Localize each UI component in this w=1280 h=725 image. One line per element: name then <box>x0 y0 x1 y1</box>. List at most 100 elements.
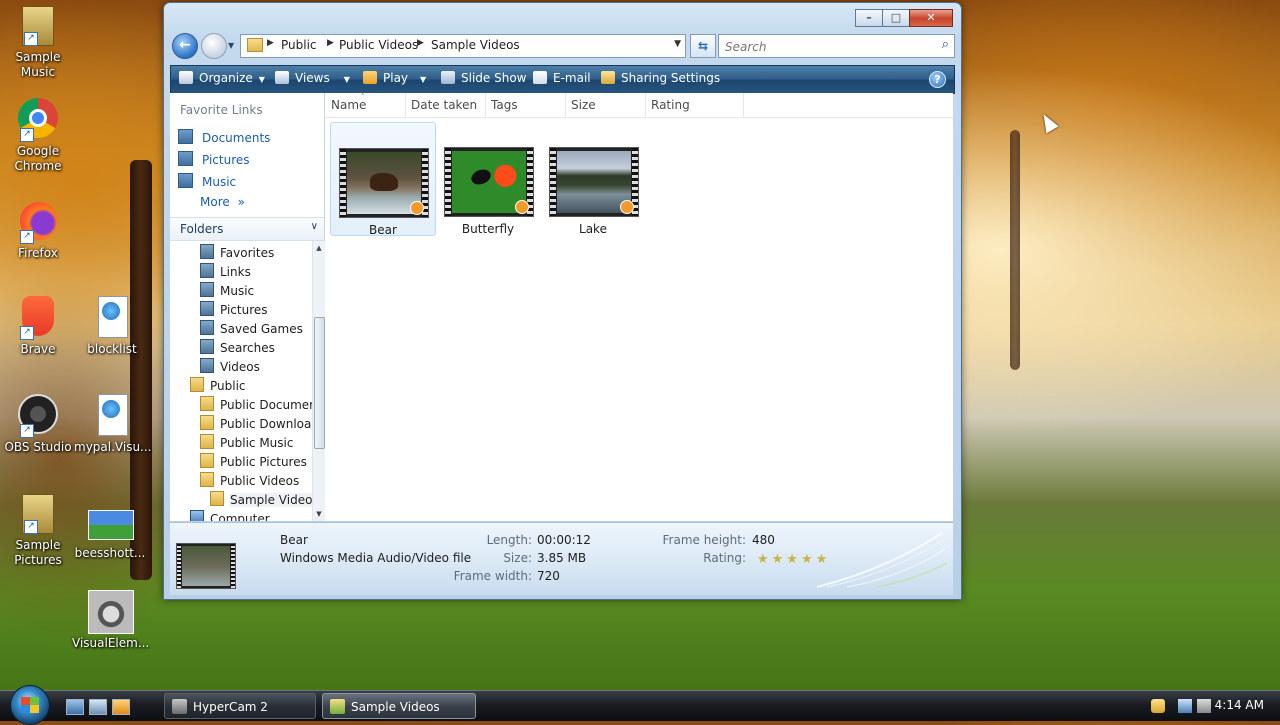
address-dropdown-button[interactable]: ▼ <box>674 39 681 49</box>
brave-lion-icon: ↗ <box>16 296 60 340</box>
back-button[interactable]: ← <box>172 33 198 59</box>
more-link[interactable]: More » <box>200 195 245 209</box>
computer-icon <box>190 510 204 521</box>
column-date-taken[interactable]: Date taken <box>405 93 486 117</box>
help-button[interactable]: ? <box>929 71 946 88</box>
taskbar-clock[interactable]: 4:14 AM <box>1215 698 1264 712</box>
size-value: 3.85 MB <box>537 551 587 565</box>
desktop-icon-brave[interactable]: ↗ Brave <box>0 296 76 357</box>
close-button[interactable]: ✕ <box>909 9 953 27</box>
desktop-icon-sample-pictures[interactable]: ↗ Sample Pictures <box>0 492 76 568</box>
tree-item-pictures[interactable]: Pictures <box>200 301 268 317</box>
breadcrumb-sample-videos[interactable]: Sample Videos <box>431 38 520 52</box>
file-list[interactable]: ˄ Name Date taken Tags Size Rating Bear B… <box>325 93 953 521</box>
sharing-settings-button[interactable]: Sharing Settings <box>601 71 720 85</box>
email-button[interactable]: E-mail <box>533 71 591 85</box>
tree-item-links[interactable]: Links <box>200 263 251 279</box>
desktop-icon-visualelem[interactable]: VisualElem... <box>72 590 149 651</box>
taskbar-button-sample-videos[interactable]: Sample Videos <box>322 693 476 719</box>
tree-item-public-downloads[interactable]: Public Downloa <box>200 415 311 431</box>
file-tile-bear[interactable]: Bear <box>330 122 436 237</box>
organize-icon <box>179 71 193 84</box>
favorite-link-pictures[interactable]: Pictures <box>178 151 250 167</box>
show-desktop-icon[interactable] <box>66 699 84 715</box>
pictures-folder-icon <box>200 301 214 316</box>
switch-windows-icon[interactable] <box>89 699 107 715</box>
desktop-icon-beesshott[interactable]: beesshott... <box>72 500 148 561</box>
search-box[interactable]: ⌕ <box>718 34 955 58</box>
breadcrumb-public[interactable]: Public <box>281 38 317 52</box>
chevron-down-icon: ∨ <box>310 221 318 232</box>
media-player-icon[interactable] <box>112 699 130 715</box>
details-pane: Bear Windows Media Audio/Video file Leng… <box>170 522 953 595</box>
tree-item-favorites[interactable]: Favorites <box>200 244 274 260</box>
chevron-right-icon: » <box>237 195 245 209</box>
column-rating[interactable]: Rating <box>645 93 744 117</box>
folder-icon <box>190 377 204 392</box>
play-overlay-icon <box>620 200 634 214</box>
folder-tree-scrollbar[interactable]: ▲ ▼ <box>312 241 325 521</box>
desktop-icon-firefox[interactable]: ↗ Firefox <box>0 200 76 261</box>
breadcrumb-public-videos[interactable]: Public Videos <box>339 38 418 52</box>
column-name[interactable]: ˄ Name <box>325 93 406 117</box>
folders-header[interactable]: Folders ∨ <box>170 217 324 241</box>
forward-button[interactable] <box>201 33 227 59</box>
start-button[interactable] <box>10 685 50 725</box>
breadcrumb-separator[interactable]: ▶ <box>267 38 274 48</box>
firefox-icon: ↗ <box>16 200 60 244</box>
slideshow-button[interactable]: Slide Show <box>441 71 526 85</box>
column-tags[interactable]: Tags <box>485 93 566 117</box>
tree-item-public-documents[interactable]: Public Documer <box>200 396 312 412</box>
tree-item-searches[interactable]: Searches <box>200 339 275 355</box>
desktop-icon-sample-music[interactable]: ↗ Sample Music <box>0 4 76 80</box>
search-icon[interactable]: ⌕ <box>942 37 949 52</box>
maximize-button[interactable]: □ <box>882 9 910 27</box>
scroll-up-button[interactable]: ▲ <box>313 241 325 255</box>
explorer-window[interactable]: – □ ✕ ← ▼ ▶ Public ▶ Public Videos ▶ Sam… <box>163 2 962 600</box>
tray-network-icon[interactable] <box>1178 699 1192 713</box>
search-input[interactable] <box>723 37 927 57</box>
play-overlay-icon <box>515 200 529 214</box>
desktop-icon-label: beesshott... <box>74 546 146 560</box>
tray-volume-muted-icon[interactable] <box>1197 699 1211 713</box>
favorite-link-documents[interactable]: Documents <box>178 129 270 145</box>
desktop-icon-label: Firefox <box>18 246 58 260</box>
file-tile-butterfly[interactable]: Butterfly <box>436 122 540 236</box>
taskbar-button-hypercam[interactable]: HyperCam 2 <box>164 693 316 719</box>
favorite-link-music[interactable]: Music <box>178 173 236 189</box>
sharing-icon <box>601 71 615 84</box>
breadcrumb-separator[interactable]: ▶ <box>417 38 424 48</box>
breadcrumb-separator[interactable]: ▶ <box>327 38 334 48</box>
tree-item-public-videos[interactable]: Public Videos <box>200 472 299 488</box>
tree-item-public-pictures[interactable]: Public Pictures <box>200 453 307 469</box>
desktop-icon-blocklist[interactable]: blocklist <box>74 296 150 357</box>
tree-item-sample-videos[interactable]: Sample Video <box>210 491 312 507</box>
slideshow-icon <box>441 71 455 84</box>
tree-item-music[interactable]: Music <box>200 282 254 298</box>
address-bar[interactable]: ▶ Public ▶ Public Videos ▶ Sample Videos… <box>240 34 686 58</box>
tree-item-public[interactable]: Public <box>190 377 246 393</box>
minimize-button[interactable]: – <box>855 9 883 27</box>
tree-item-computer[interactable]: Computer <box>190 510 270 521</box>
organize-menu[interactable]: Organize ▼ <box>179 71 265 85</box>
views-menu[interactable]: Views ▼ <box>275 71 350 85</box>
file-name: Lake <box>579 222 607 236</box>
scrollbar-thumb[interactable] <box>314 317 325 449</box>
desktop-icon-obs-studio[interactable]: ↗ OBS Studio <box>0 394 76 455</box>
desktop-icon-label: Sample Pictures <box>14 538 62 567</box>
video-thumbnail <box>444 147 534 217</box>
file-tile-lake[interactable]: Lake <box>541 122 645 236</box>
tray-security-icon[interactable] <box>1151 699 1165 713</box>
details-swoosh-decoration <box>817 532 947 588</box>
music-folder-icon <box>200 282 214 297</box>
history-dropdown-button[interactable]: ▼ <box>228 41 234 50</box>
refresh-button[interactable]: ⇆ <box>690 34 716 58</box>
tree-item-public-music[interactable]: Public Music <box>200 434 293 450</box>
tree-item-saved-games[interactable]: Saved Games <box>200 320 303 336</box>
column-size[interactable]: Size <box>565 93 646 117</box>
desktop-icon-chrome[interactable]: ↗ Google Chrome <box>0 98 76 174</box>
desktop-icon-mypal[interactable]: mypal.Visu... <box>74 394 152 455</box>
scroll-down-button[interactable]: ▼ <box>313 507 325 521</box>
tree-item-videos[interactable]: Videos <box>200 358 260 374</box>
play-menu[interactable]: Play ▼ <box>363 71 426 85</box>
